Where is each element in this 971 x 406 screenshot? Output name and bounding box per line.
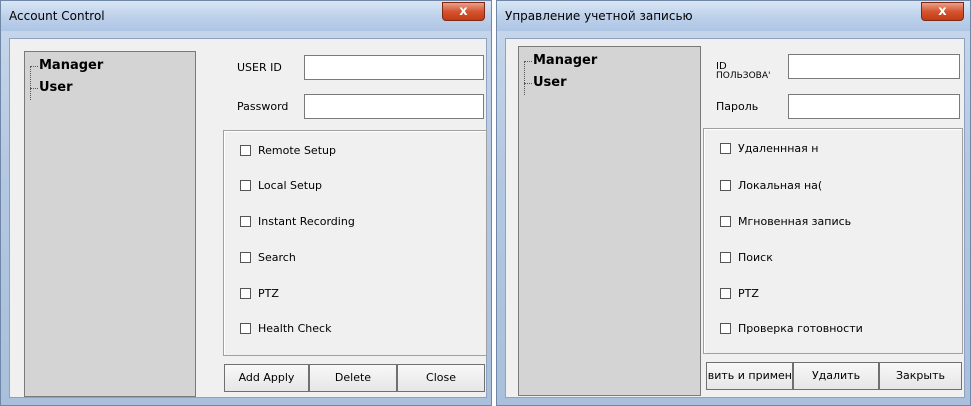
account-control-window-ru: Управление учетной записью x Manager Use… xyxy=(496,0,971,406)
account-control-window: Account Control x Manager User USER ID P… xyxy=(0,0,492,406)
title-bar[interactable]: Account Control x xyxy=(1,1,491,31)
user-id-input[interactable] xyxy=(788,54,960,79)
window-title: Управление учетной записью xyxy=(505,9,693,23)
tree-connector xyxy=(524,61,532,62)
permission-local-setup[interactable]: Local Setup xyxy=(240,179,480,193)
checkbox-icon[interactable] xyxy=(240,252,251,263)
checkbox-icon[interactable] xyxy=(240,323,251,334)
tree-connector xyxy=(30,66,38,67)
user-tree[interactable]: Manager User xyxy=(24,51,196,397)
title-bar[interactable]: Управление учетной записью x xyxy=(497,1,970,31)
permission-health-check[interactable]: Health Check xyxy=(240,322,480,336)
password-label: Password xyxy=(237,100,289,113)
close-button[interactable]: Закрыть xyxy=(879,362,962,390)
delete-button[interactable]: Удалить xyxy=(793,362,879,390)
close-icon[interactable]: x xyxy=(442,2,485,21)
delete-button[interactable]: Delete xyxy=(309,364,397,392)
user-id-label: USER ID xyxy=(237,61,282,74)
checkbox-icon[interactable] xyxy=(240,145,251,156)
permissions-group: Remote Setup Local Setup Instant Recordi… xyxy=(223,130,487,356)
checkbox-icon[interactable] xyxy=(240,216,251,227)
add-apply-button[interactable]: авить и примен xyxy=(706,362,793,390)
add-apply-button[interactable]: Add Apply xyxy=(224,364,309,392)
user-id-input[interactable] xyxy=(304,55,484,80)
tree-connector xyxy=(524,61,525,95)
permission-local-setup[interactable]: Локальная на( xyxy=(720,179,828,193)
checkbox-icon[interactable] xyxy=(240,180,251,191)
permission-ptz[interactable]: PTZ xyxy=(240,287,480,301)
permission-instant-recording[interactable]: Мгновенная запись xyxy=(720,215,960,229)
close-icon[interactable]: x xyxy=(921,2,964,21)
client-area: Manager User USER ID Password Remote Set… xyxy=(9,38,487,398)
checkbox-icon[interactable] xyxy=(720,180,731,191)
checkbox-icon[interactable] xyxy=(720,323,731,334)
tree-connector xyxy=(30,66,31,100)
checkbox-icon[interactable] xyxy=(240,288,251,299)
close-button[interactable]: Close xyxy=(397,364,485,392)
checkbox-icon[interactable] xyxy=(720,216,731,227)
permission-search[interactable]: Search xyxy=(240,251,480,265)
password-input[interactable] xyxy=(304,94,484,119)
permission-search[interactable]: Поиск xyxy=(720,251,960,265)
window-title: Account Control xyxy=(9,9,105,23)
user-tree[interactable]: Manager User xyxy=(518,46,701,396)
password-input[interactable] xyxy=(788,94,960,119)
user-id-label-line2: ПОЛЬЗОВА' xyxy=(716,71,771,81)
tree-item-user[interactable]: User xyxy=(39,80,73,95)
checkbox-icon[interactable] xyxy=(720,252,731,263)
permissions-group: Удаленнная н Локальная на( Мгновенная за… xyxy=(703,128,963,354)
permission-ptz[interactable]: PTZ xyxy=(720,287,960,301)
tree-connector xyxy=(30,88,38,89)
password-label: Пароль xyxy=(716,100,759,113)
permission-instant-recording[interactable]: Instant Recording xyxy=(240,215,480,229)
tree-item-manager[interactable]: Manager xyxy=(39,58,103,73)
permission-remote-setup[interactable]: Удаленнная н xyxy=(720,142,832,156)
checkbox-icon[interactable] xyxy=(720,288,731,299)
checkbox-icon[interactable] xyxy=(720,143,731,154)
tree-connector xyxy=(524,83,532,84)
permission-remote-setup[interactable]: Remote Setup xyxy=(240,144,480,158)
tree-item-manager[interactable]: Manager xyxy=(533,53,597,68)
tree-item-user[interactable]: User xyxy=(533,75,567,90)
permission-health-check[interactable]: Проверка готовности xyxy=(720,322,960,336)
client-area: Manager User ID ПОЛЬЗОВА' Пароль Удаленн… xyxy=(505,38,965,398)
